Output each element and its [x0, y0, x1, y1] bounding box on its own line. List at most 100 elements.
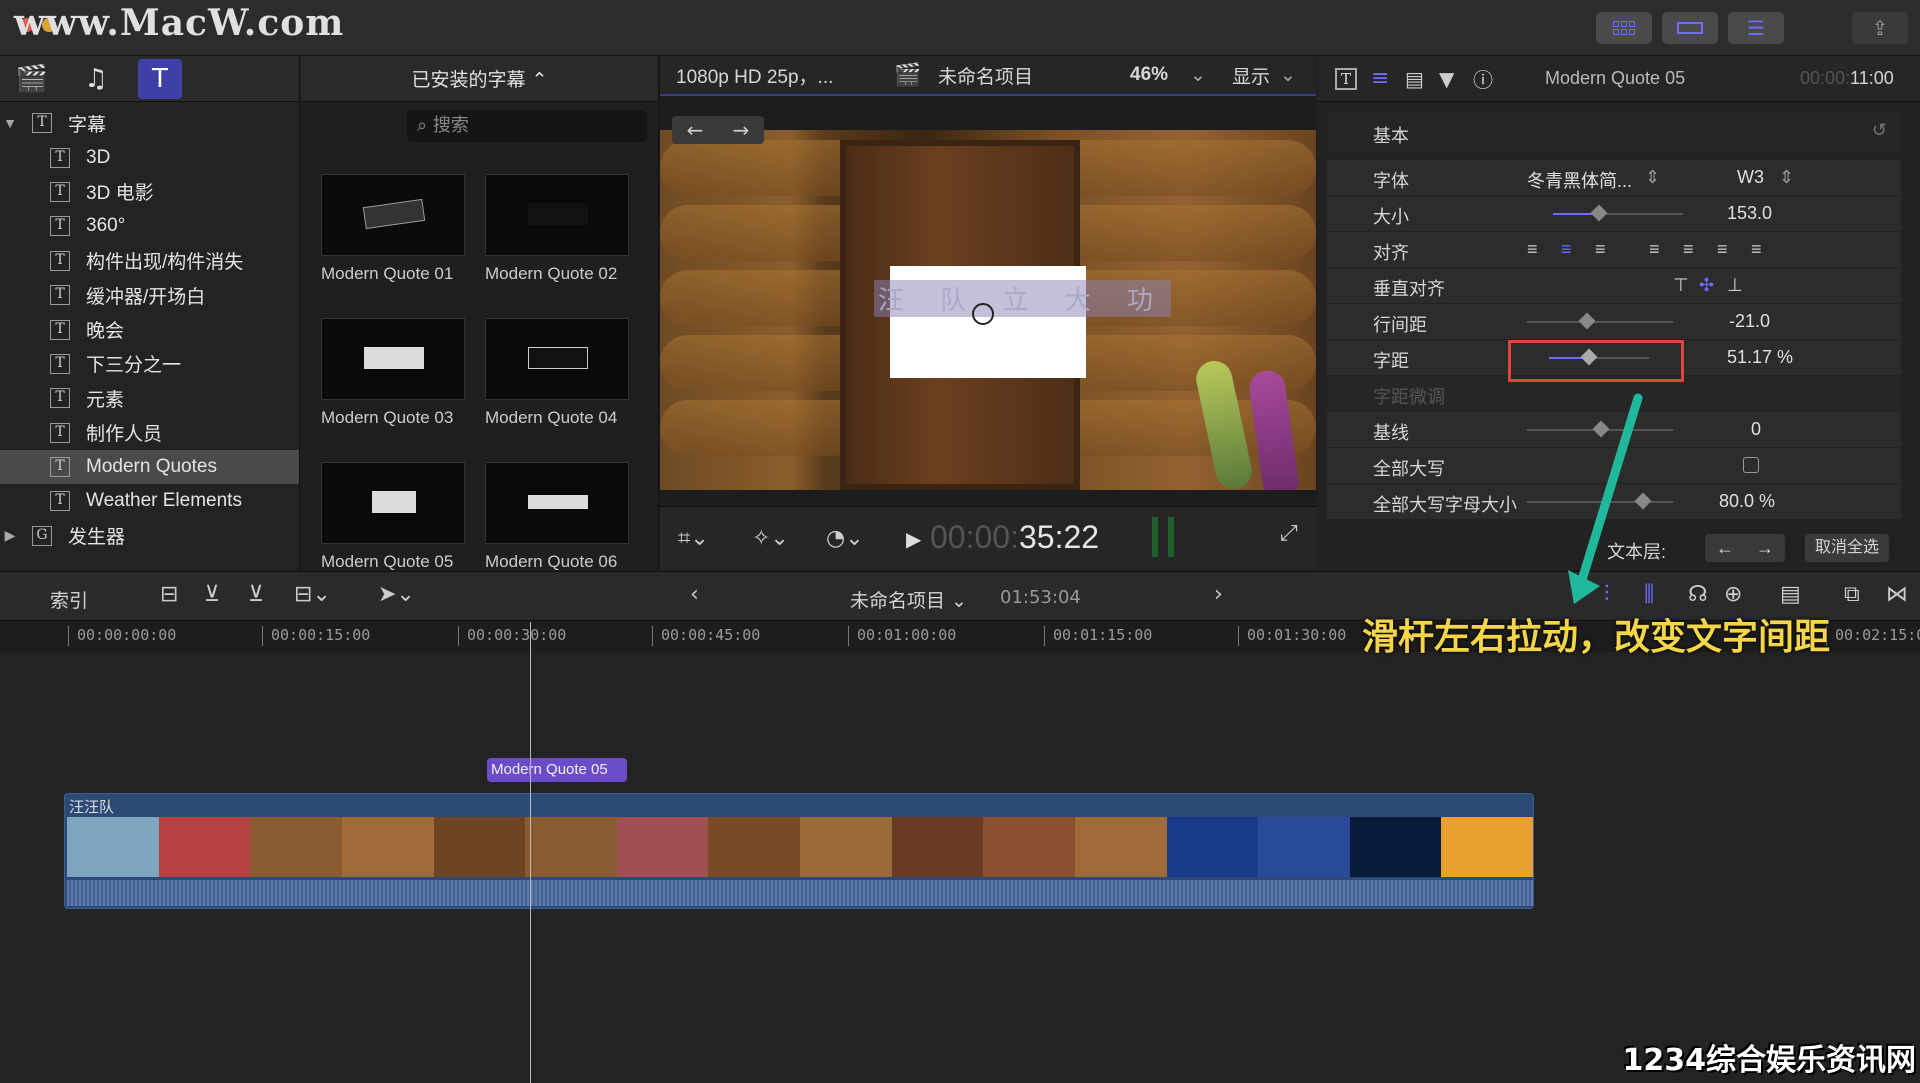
format-label[interactable]: 1080p HD 25p，... — [676, 62, 833, 89]
baseline-value[interactable]: 0 — [1751, 419, 1761, 440]
browser-header[interactable]: 已安装的字幕 ⌃ — [301, 56, 658, 102]
size-slider[interactable] — [1553, 204, 1683, 222]
show-timeline-button[interactable] — [1662, 12, 1718, 44]
overwrite-clip-icon[interactable]: ⊟⌄ — [294, 582, 331, 607]
all-caps-checkbox[interactable] — [1743, 457, 1759, 473]
film-icon[interactable]: ▤ — [1405, 67, 1424, 91]
thumbnail-quote-01[interactable] — [321, 174, 465, 256]
play-icon[interactable]: ▶ — [906, 527, 921, 551]
slider-knob[interactable] — [1578, 312, 1596, 330]
line-spacing-slider[interactable] — [1527, 312, 1673, 330]
tab-media[interactable]: 🎬 — [10, 59, 54, 99]
tree-item-bumper[interactable]: T 缓冲器/开场白 — [0, 278, 299, 312]
search-input[interactable]: ⌕ 搜索 — [407, 110, 647, 142]
disclosure-open-icon[interactable]: ▼ — [0, 115, 20, 131]
tree-item-party[interactable]: T 晚会 — [0, 312, 299, 346]
info-icon[interactable]: ⓘ — [1473, 64, 1493, 93]
thumbnail-quote-03[interactable] — [321, 318, 465, 400]
align-right-icon[interactable]: ≡ — [1595, 239, 1606, 260]
tree-item-elements[interactable]: T 元素 — [0, 381, 299, 415]
index-button[interactable]: 索引 — [50, 586, 88, 613]
crop-icon[interactable]: ⌗⌄ — [678, 526, 709, 551]
tab-title[interactable]: T — [1335, 67, 1357, 90]
share-button[interactable]: ⇪ — [1852, 12, 1908, 44]
filter-icon[interactable]: ▼ — [1439, 67, 1454, 91]
thumbnail-quote-04[interactable] — [485, 318, 629, 400]
timeline-duration: 01:53:04 — [1000, 587, 1081, 608]
valign-middle-icon[interactable]: ✣ — [1699, 275, 1714, 296]
tree-item-modern-quotes[interactable]: T Modern Quotes — [0, 449, 299, 485]
transform-handle-icon[interactable] — [972, 303, 994, 325]
font-family-dropdown[interactable]: 冬青黑体简... — [1527, 167, 1632, 193]
connect-clip-icon[interactable]: ⊟ — [160, 582, 178, 607]
tab-audio[interactable]: ♫ — [74, 59, 118, 99]
disclosure-closed-icon[interactable]: ▶ — [0, 527, 20, 544]
timeline-index-icon[interactable]: ⧉ — [1844, 582, 1860, 607]
deselect-all-button[interactable]: 取消全选 — [1805, 534, 1890, 562]
tree-item-build-in-out[interactable]: T 构件出现/构件消失 — [0, 244, 299, 278]
snapping-icon[interactable]: ⊕ — [1724, 582, 1742, 607]
chevron-updown-icon[interactable]: ⇕ — [1645, 167, 1660, 188]
ruler-tick: 00:00:45:00 — [652, 626, 760, 646]
reset-icon[interactable]: ↺ — [1872, 120, 1887, 141]
tab-text[interactable]: ≡ — [1371, 66, 1389, 91]
align-center-icon[interactable]: ≡ — [1561, 239, 1572, 260]
clip-appearance-icon[interactable]: ▤ — [1780, 582, 1801, 607]
zoom-fit-icon[interactable]: ⋈ — [1886, 582, 1908, 607]
audio-meter — [1152, 517, 1158, 557]
headphones-icon[interactable]: ☊ — [1688, 582, 1708, 607]
justify-center-icon[interactable]: ≡ — [1683, 239, 1694, 260]
align-left-icon[interactable]: ≡ — [1527, 239, 1538, 260]
back-arrow-icon[interactable]: ← — [1716, 538, 1734, 559]
video-clip[interactable]: 汪汪队 — [64, 793, 1534, 909]
back-arrow-icon[interactable]: ← — [687, 118, 704, 142]
tree-item-3d[interactable]: T 3D — [0, 140, 299, 174]
line-spacing-value[interactable]: -21.0 — [1729, 311, 1770, 332]
title-clip[interactable]: Modern Quote 05 — [487, 758, 627, 782]
chevron-down-icon[interactable]: ⌄ — [1280, 64, 1296, 87]
show-browser-button[interactable] — [1596, 12, 1652, 44]
tree-item-generators[interactable]: ▶ G 发生器 — [0, 519, 299, 553]
show-inspector-button[interactable]: ☰ — [1728, 12, 1784, 44]
valign-bottom-icon[interactable]: ⊥ — [1727, 275, 1743, 296]
tracking-value[interactable]: 51.17 % — [1727, 347, 1793, 368]
select-tool-icon[interactable]: ➤⌄ — [378, 582, 415, 607]
playhead[interactable] — [530, 622, 531, 1083]
size-value[interactable]: 153.0 — [1727, 203, 1772, 224]
tree-item-weather-elements[interactable]: T Weather Elements — [0, 484, 299, 518]
fullscreen-icon[interactable]: ⤢ — [1280, 521, 1298, 546]
thumbnail-quote-06[interactable] — [485, 462, 629, 544]
title-text[interactable]: 汪 队 立 大 功 — [874, 280, 1172, 317]
chevron-down-icon[interactable]: ⌄ — [1190, 64, 1206, 87]
justify-right-icon[interactable]: ≡ — [1717, 239, 1728, 260]
tree-item-3d-cinematic[interactable]: T 3D 电影 — [0, 175, 299, 209]
tree-item-label: 缓冲器/开场白 — [86, 286, 206, 308]
justify-full-icon[interactable]: ≡ — [1751, 239, 1762, 260]
timeline-project-dropdown[interactable]: 未命名项目 ⌄ — [850, 586, 967, 613]
forward-arrow-icon[interactable]: → — [1756, 538, 1774, 559]
append-clip-icon[interactable]: ⊻ — [248, 582, 264, 607]
speed-icon[interactable]: ◔⌄ — [826, 526, 864, 551]
chevron-right-icon[interactable]: › — [1214, 582, 1223, 607]
tab-titles[interactable]: T — [138, 58, 182, 99]
slider-knob[interactable] — [1590, 204, 1608, 222]
tree-item-lower-thirds[interactable]: T 下三分之一 — [0, 347, 299, 381]
thumbnail-quote-05[interactable] — [321, 462, 465, 544]
tree-item-titles[interactable]: ▼ T 字幕 — [0, 106, 299, 140]
valign-top-icon[interactable]: ⊤ — [1673, 275, 1689, 296]
tree-item-360[interactable]: T 360° — [0, 209, 299, 243]
chevron-updown-icon[interactable]: ⇕ — [1779, 167, 1794, 188]
zoom-dropdown[interactable]: 46% — [1130, 64, 1168, 86]
row-label: 行间距 — [1373, 315, 1427, 335]
forward-arrow-icon[interactable]: → — [733, 118, 750, 142]
caps-size-value[interactable]: 80.0 % — [1719, 491, 1775, 512]
row-label: 字距 — [1373, 351, 1409, 371]
thumbnail-quote-02[interactable] — [485, 174, 629, 256]
display-dropdown[interactable]: 显示 — [1232, 62, 1270, 89]
justify-left-icon[interactable]: ≡ — [1649, 239, 1660, 260]
magic-wand-icon[interactable]: ✧⌄ — [752, 526, 789, 551]
insert-clip-icon[interactable]: ⊻ — [204, 582, 220, 607]
tree-item-credits[interactable]: T 制作人员 — [0, 416, 299, 450]
chevron-left-icon[interactable]: ‹ — [690, 582, 699, 607]
font-weight-dropdown[interactable]: W3 — [1737, 167, 1764, 188]
